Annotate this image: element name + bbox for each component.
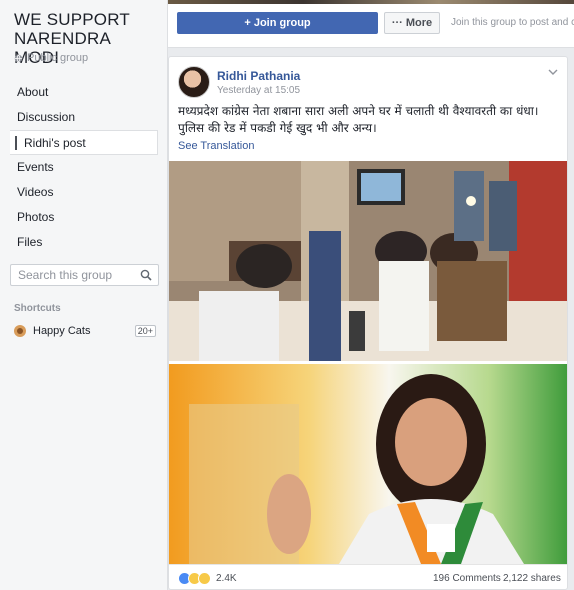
join-hint: Join this group to post and co (451, 17, 574, 28)
nav-item-ridhis-post[interactable]: Ridhi's post (10, 130, 158, 155)
post-footer: 2.4K 196 Comments 2,122 shares (169, 564, 567, 589)
post-photo-1[interactable] (169, 161, 567, 361)
post-photo-2[interactable] (169, 364, 567, 564)
cover-photo-edge (168, 0, 574, 4)
left-sidebar: WE SUPPORT NARENDRA MODI Public group Ab… (0, 0, 168, 590)
more-button[interactable]: ··· More (384, 12, 440, 34)
nav-item-events[interactable]: Events (10, 155, 158, 180)
reaction-count: 2.4K (216, 573, 237, 584)
join-group-button[interactable]: + Join group (177, 12, 378, 34)
wow-reaction-icon (198, 572, 211, 585)
avatar[interactable] (178, 66, 210, 98)
more-dots-icon: ··· (391, 17, 403, 29)
reactions-summary[interactable]: 2.4K (178, 572, 237, 585)
privacy-label: Public group (14, 52, 88, 64)
post-card: Ridhi Pathania Yesterday at 15:05 मध्यप्… (168, 56, 568, 590)
chevron-down-icon[interactable] (548, 67, 558, 77)
shortcut-happy-cats[interactable]: Happy Cats 20+ (14, 323, 156, 339)
nav-item-discussion[interactable]: Discussion (10, 105, 158, 130)
post-timestamp[interactable]: Yesterday at 15:05 (217, 85, 300, 96)
globe-icon (14, 54, 23, 62)
see-translation-link[interactable]: See Translation (178, 140, 254, 152)
more-label: More (405, 17, 433, 29)
post-text: मध्यप्रदेश कांग्रेस नेता शबाना सारा अली … (178, 104, 539, 135)
photo-scene-room (169, 161, 567, 361)
shortcuts-heading: Shortcuts (14, 303, 61, 314)
search-placeholder: Search this group (18, 268, 113, 282)
cat-group-icon (14, 325, 26, 337)
nav-item-videos[interactable]: Videos (10, 180, 158, 205)
shares-count-link[interactable]: 2,122 shares (503, 573, 561, 584)
comments-count-link[interactable]: 196 Comments (433, 573, 501, 584)
nav-item-about[interactable]: About (10, 80, 158, 105)
photo-portrait (169, 364, 567, 564)
search-input[interactable]: Search this group (10, 264, 159, 286)
group-nav: About Discussion Ridhi's post Events Vid… (10, 80, 158, 255)
shortcut-label: Happy Cats (33, 325, 91, 337)
search-icon[interactable] (140, 269, 152, 281)
nav-item-files[interactable]: Files (10, 230, 158, 255)
notification-badge: 20+ (134, 325, 156, 337)
nav-item-photos[interactable]: Photos (10, 205, 158, 230)
post-author[interactable]: Ridhi Pathania (217, 69, 300, 83)
privacy-text: Public group (27, 52, 89, 64)
